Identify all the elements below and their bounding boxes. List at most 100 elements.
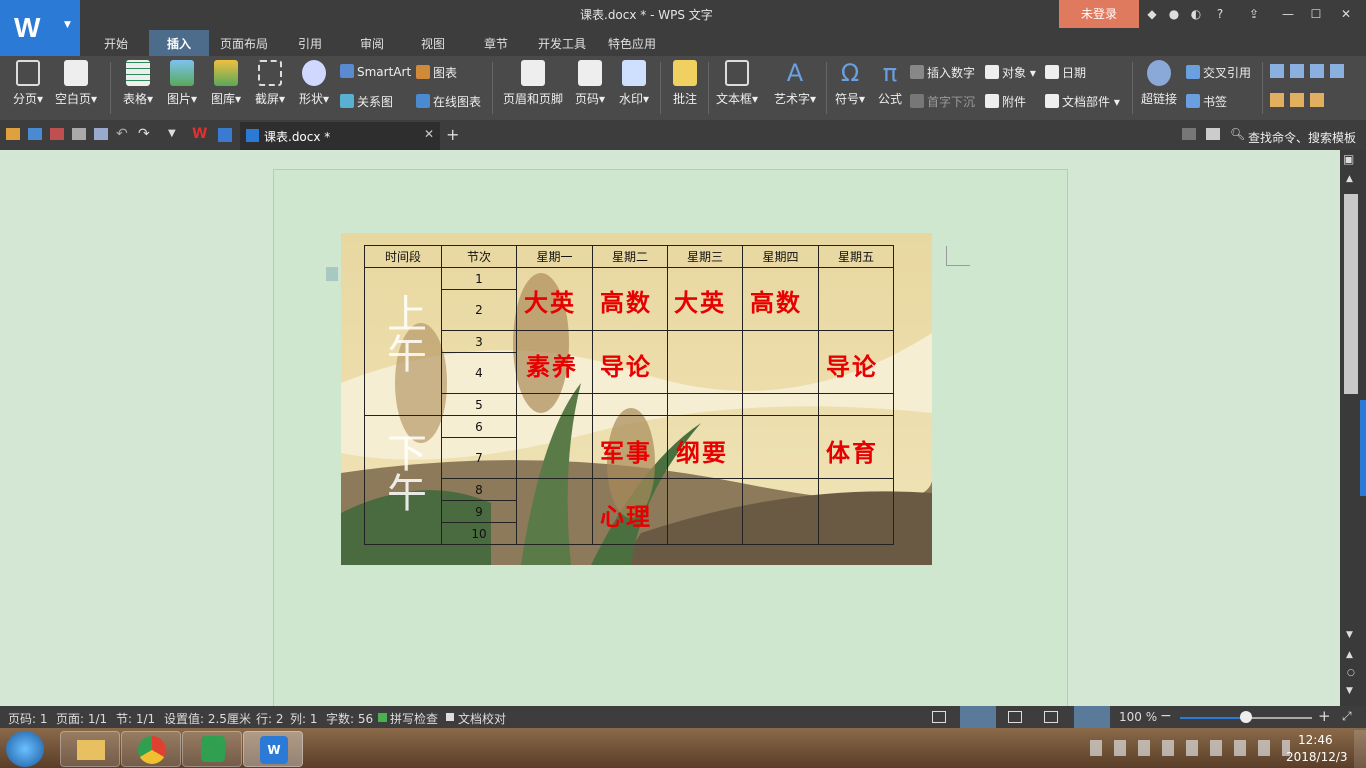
open-icon[interactable] [6, 128, 20, 140]
close-icon[interactable]: ✕ [1338, 6, 1354, 22]
screenshot-button[interactable]: 截屏▾ [250, 60, 290, 107]
relation-button[interactable]: 关系图 [340, 93, 393, 110]
header-cell[interactable]: 星期三 [667, 245, 743, 268]
chart-button[interactable]: 图表 [416, 64, 457, 81]
smartart-button[interactable]: SmartArt [340, 64, 411, 79]
proof-toggle[interactable]: 文档校对 [458, 710, 506, 727]
header-cell[interactable]: 星期五 [818, 245, 894, 268]
cell[interactable] [516, 415, 593, 479]
chrome-taskbar-button[interactable] [121, 731, 181, 767]
outline-view-icon[interactable] [1008, 711, 1022, 723]
new-tab-icon[interactable]: + [446, 125, 459, 144]
cell[interactable] [742, 415, 819, 479]
tab-insert[interactable]: 插入 [149, 30, 209, 56]
settings-icon[interactable]: ◐ [1188, 6, 1204, 22]
period-cell[interactable]: 8 [441, 478, 517, 501]
cell[interactable] [742, 393, 819, 416]
form-controls-row1[interactable] [1270, 64, 1350, 78]
doc-parts-button[interactable]: 文档部件 ▾ [1045, 93, 1120, 110]
header-cell[interactable]: 星期二 [592, 245, 668, 268]
save-icon[interactable] [28, 128, 42, 140]
scroll-up-icon[interactable]: ▲ [1346, 174, 1353, 184]
bookmark-button[interactable]: 书签 [1186, 93, 1227, 110]
page-break-button[interactable]: 分页▾ [8, 60, 48, 107]
fit-icon[interactable]: ⤢ [1342, 709, 1352, 724]
zoom-level[interactable]: 100 % [1119, 710, 1157, 724]
wps-taskbar-button[interactable]: W [243, 731, 303, 767]
page-view-icon[interactable] [960, 706, 996, 728]
cell[interactable] [818, 393, 894, 416]
web-view-icon[interactable] [1044, 711, 1058, 723]
formula-button[interactable]: π 公式 [874, 60, 906, 107]
system-tray-icons[interactable] [1090, 740, 1290, 756]
cube-icon[interactable] [218, 128, 232, 142]
watermark-button[interactable]: 水印▾ [614, 60, 654, 107]
minimize-icon[interactable]: — [1280, 6, 1296, 22]
tab-review[interactable]: 审阅 [350, 30, 394, 56]
show-desktop-button[interactable] [1354, 730, 1366, 768]
period-cell[interactable]: 3 [441, 330, 517, 353]
period-cell[interactable]: 9 [441, 500, 517, 523]
preview-icon[interactable] [94, 128, 108, 140]
maximize-icon[interactable]: ☐ [1308, 6, 1324, 22]
page-number-button[interactable]: 页码▾ [570, 60, 610, 107]
sync-icon[interactable] [1206, 128, 1220, 140]
afternoon-cell[interactable]: 下午 [364, 415, 442, 545]
theme-icon[interactable]: ● [1166, 6, 1182, 22]
hyperlink-button[interactable]: 超链接 [1138, 60, 1180, 107]
tab-references[interactable]: 引用 [288, 30, 332, 56]
form-controls-row2[interactable] [1270, 93, 1326, 107]
app-taskbar-button[interactable] [182, 731, 242, 767]
close-tab-icon[interactable]: ✕ [424, 127, 434, 141]
clock-date[interactable]: 2018/12/3 [1286, 750, 1348, 764]
scroll-down-icon[interactable]: ▼ [1346, 630, 1353, 640]
cell[interactable] [742, 330, 819, 394]
start-button[interactable] [6, 731, 44, 767]
cell[interactable] [818, 478, 894, 545]
tab-view[interactable]: 视图 [411, 30, 455, 56]
zoom-out-icon[interactable]: − [1160, 708, 1172, 724]
online-chart-button[interactable]: 在线图表 [416, 93, 481, 110]
cell[interactable] [667, 478, 743, 545]
spell-check-toggle[interactable]: 拼写检查 [390, 710, 438, 727]
skin-icon[interactable]: ◆ [1144, 6, 1160, 22]
cross-ref-button[interactable]: 交叉引用 [1186, 64, 1251, 81]
header-cell[interactable]: 星期一 [516, 245, 593, 268]
next-page-icon[interactable]: ▼ [1346, 686, 1353, 696]
scroll-thumb[interactable] [1344, 194, 1358, 394]
blank-page-button[interactable]: 空白页▾ [52, 60, 100, 107]
prev-page-icon[interactable]: ▲ [1346, 650, 1353, 660]
split-icon[interactable]: ▣ [1343, 152, 1354, 166]
period-cell[interactable]: 2 [441, 289, 517, 331]
morning-cell[interactable]: 上午 [364, 267, 442, 416]
tab-developer[interactable]: 开发工具 [528, 30, 596, 56]
header-cell[interactable]: 时间段 [364, 245, 442, 268]
period-cell[interactable]: 1 [441, 267, 517, 290]
zoom-in-icon[interactable]: + [1318, 707, 1331, 725]
textbox-button[interactable]: 文本框▾ [714, 60, 760, 107]
wps-logo-button[interactable]: W ▼ [0, 0, 80, 56]
period-cell[interactable]: 6 [441, 415, 517, 438]
export-icon[interactable] [50, 128, 64, 140]
redo-icon[interactable]: ↷ [138, 126, 150, 142]
cloud-icon[interactable] [1182, 128, 1196, 140]
table-button[interactable]: 表格▾ [118, 60, 158, 107]
zoom-slider-thumb[interactable] [1240, 711, 1252, 723]
clock-time[interactable]: 12:46 [1298, 733, 1333, 747]
word-count[interactable]: 字数: 56 [326, 710, 373, 727]
tab-home[interactable]: 开始 [94, 30, 138, 56]
cell[interactable] [516, 393, 593, 416]
wordart-button[interactable]: A 艺术字▾ [770, 60, 820, 107]
explorer-taskbar-button[interactable] [60, 731, 120, 767]
cell[interactable] [742, 478, 819, 545]
select-browse-icon[interactable]: ○ [1347, 668, 1355, 678]
document-tab[interactable]: 课表.docx * ✕ [240, 122, 440, 150]
attachment-button[interactable]: 附件 [985, 93, 1026, 110]
cell[interactable] [818, 267, 894, 331]
picture-button[interactable]: 图片▾ [162, 60, 202, 107]
upload-icon[interactable]: ⇪ [1246, 6, 1262, 22]
insert-number-button[interactable]: 插入数字 [910, 64, 975, 81]
cell[interactable] [667, 330, 743, 394]
fullscreen-icon[interactable] [932, 711, 946, 723]
tab-chapter[interactable]: 章节 [474, 30, 518, 56]
